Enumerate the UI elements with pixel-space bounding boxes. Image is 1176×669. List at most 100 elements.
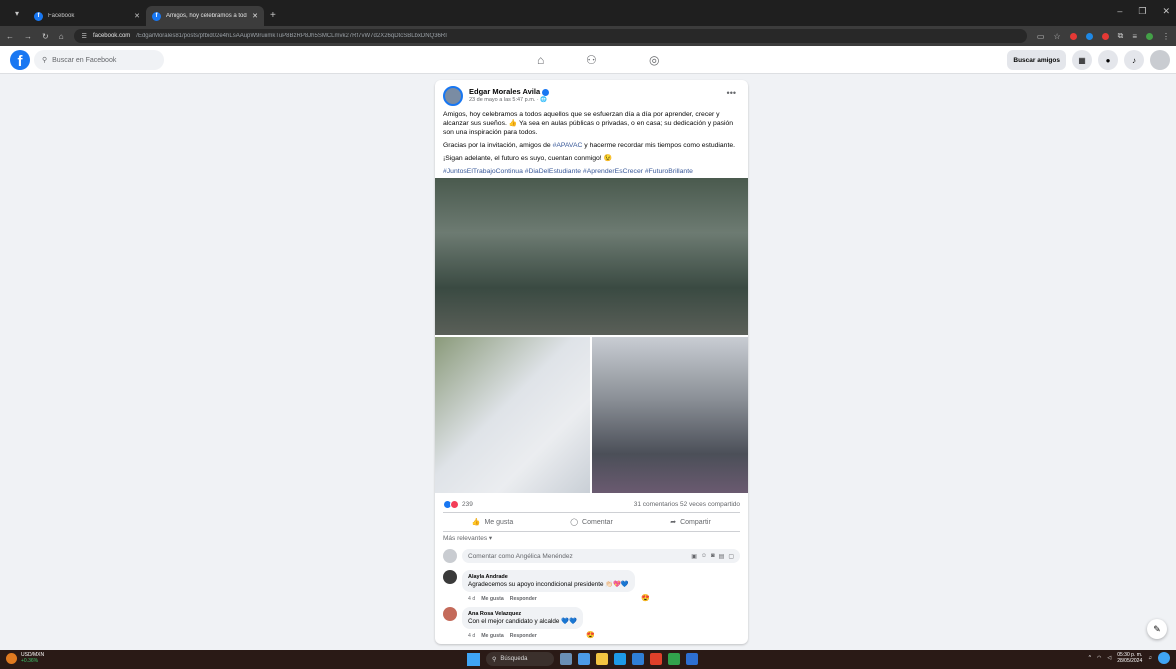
site-info-icon[interactable]: ☰ bbox=[82, 33, 87, 40]
group-photo[interactable] bbox=[435, 178, 748, 335]
groups-nav-icon[interactable]: ◎ bbox=[649, 53, 659, 67]
gif-icon[interactable]: ▤ bbox=[719, 553, 725, 560]
extension-icon[interactable] bbox=[1069, 32, 1077, 40]
browser-toolbar: ← → ↻ ⌂ ☰ facebook.com/EdgarMorales81/po… bbox=[0, 26, 1176, 46]
post-stats[interactable]: 31 comentarios 52 veces compartido bbox=[634, 501, 740, 508]
copilot-icon[interactable] bbox=[1158, 652, 1170, 664]
tab-search-list-icon[interactable]: ≡ bbox=[1132, 32, 1137, 41]
app-icon[interactable] bbox=[578, 653, 590, 665]
messenger-icon[interactable]: ● bbox=[1098, 50, 1118, 70]
edge-icon[interactable] bbox=[614, 653, 626, 665]
close-icon[interactable]: ✕ bbox=[134, 12, 140, 20]
love-reaction-icon[interactable] bbox=[450, 499, 459, 509]
facebook-logo-icon[interactable]: f bbox=[10, 50, 30, 70]
comment-button[interactable]: ◯ Comentar bbox=[542, 513, 641, 531]
volume-icon[interactable]: ◁ bbox=[1107, 655, 1111, 661]
windows-start-icon[interactable] bbox=[467, 652, 480, 666]
comment-reaction-icon[interactable]: 😍 bbox=[641, 594, 650, 602]
comment-text: Con el mejor candidato y alcalde 💙💙 bbox=[468, 618, 577, 625]
sticker-icon[interactable]: ▣ bbox=[691, 553, 697, 560]
home-icon[interactable]: ⌂ bbox=[59, 32, 64, 41]
comment-avatar[interactable] bbox=[443, 570, 457, 584]
emoji-icon[interactable]: ☺ bbox=[701, 553, 707, 560]
comment-reply-button[interactable]: Responder bbox=[510, 596, 537, 602]
commenter-avatar bbox=[443, 549, 457, 563]
comment-time[interactable]: 4 d bbox=[468, 596, 475, 602]
window-controls: – ❐ ✕ bbox=[1117, 6, 1170, 17]
comment-meta: 4 d Me gusta Responder bbox=[468, 633, 537, 639]
reactions-count[interactable]: 239 bbox=[462, 501, 473, 508]
file-explorer-icon[interactable] bbox=[596, 653, 608, 665]
hashtags-link[interactable]: #JuntosElTrabajoContinua #DiaDelEstudian… bbox=[443, 167, 740, 176]
account-avatar[interactable] bbox=[1150, 50, 1170, 70]
audience-photo[interactable] bbox=[592, 337, 748, 493]
menu-grid-icon[interactable]: ▦ bbox=[1072, 50, 1092, 70]
taskbar-search[interactable]: ⚲ Búsqueda bbox=[486, 652, 554, 666]
share-button[interactable]: ➦ Compartir bbox=[641, 513, 740, 531]
compose-edit-icon[interactable]: ✎ bbox=[1147, 619, 1167, 639]
author-avatar[interactable] bbox=[443, 86, 463, 106]
post-date[interactable]: 23 de mayo a las 5:47 p.m. · 🌐 bbox=[469, 97, 547, 103]
header-actions: Buscar amigos ▦ ● ♪ bbox=[1007, 50, 1170, 70]
text-span: y hacerme recordar mis tiempos como estu… bbox=[582, 142, 736, 149]
comment-sort-dropdown[interactable]: Más relevantes ▾ bbox=[443, 534, 492, 542]
extension-icon[interactable] bbox=[1085, 32, 1093, 40]
comment-input[interactable]: Comentar como Angélica Menéndez ▣ ☺ ◙ ▤ … bbox=[462, 549, 740, 563]
camera-icon[interactable]: ◙ bbox=[711, 553, 715, 560]
address-bar[interactable]: ☰ facebook.com/EdgarMorales81/posts/pfbi… bbox=[73, 29, 1027, 43]
author-name[interactable]: Edgar Morales Avila bbox=[469, 87, 540, 96]
post-header: Edgar Morales Avila 23 de mayo a las 5:4… bbox=[443, 86, 740, 110]
chrome-icon[interactable] bbox=[650, 653, 662, 665]
close-window-icon[interactable]: ✕ bbox=[1162, 6, 1170, 17]
bookmark-star-icon[interactable]: ☆ bbox=[1053, 32, 1060, 41]
tab-post[interactable]: f Amigos, hoy celebramos a tod… ✕ bbox=[146, 6, 264, 26]
post-card: Edgar Morales Avila 23 de mayo a las 5:4… bbox=[435, 80, 748, 644]
back-icon[interactable]: ← bbox=[6, 32, 14, 41]
comment-author[interactable]: Alayla Andrade bbox=[468, 573, 629, 581]
author-row: Edgar Morales Avila bbox=[469, 87, 550, 96]
portrait-photo[interactable] bbox=[435, 337, 590, 493]
attach-icon[interactable]: ▢ bbox=[728, 553, 734, 560]
widgets-button[interactable]: USD/MXN +0.36% bbox=[6, 652, 44, 664]
comment-time[interactable]: 4 d bbox=[468, 633, 475, 639]
like-button[interactable]: 👍 Me gusta bbox=[443, 513, 542, 531]
task-view-icon[interactable] bbox=[560, 653, 572, 665]
app-icon[interactable] bbox=[668, 653, 680, 665]
restore-icon[interactable]: ❐ bbox=[1138, 6, 1146, 17]
minimize-icon[interactable]: – bbox=[1117, 6, 1122, 17]
tab-facebook[interactable]: f Facebook ✕ bbox=[28, 6, 146, 26]
facebook-search-input[interactable]: ⚲ Buscar en Facebook bbox=[34, 50, 164, 70]
friends-nav-icon[interactable]: ⚇ bbox=[586, 53, 597, 67]
tab-search-icon[interactable]: ▾ bbox=[6, 3, 28, 23]
comment-like-button[interactable]: Me gusta bbox=[481, 596, 503, 602]
extension-icon[interactable] bbox=[1101, 32, 1109, 40]
extensions-puzzle-icon[interactable]: ⧉ bbox=[1118, 31, 1124, 41]
profile-icon[interactable] bbox=[1146, 32, 1153, 40]
app-icon[interactable] bbox=[686, 653, 698, 665]
reload-icon[interactable]: ↻ bbox=[42, 32, 49, 41]
comment-avatar[interactable] bbox=[443, 607, 457, 621]
notifications-bell-icon[interactable]: ♫ bbox=[1148, 655, 1152, 661]
comment-like-button[interactable]: Me gusta bbox=[481, 633, 503, 639]
wifi-icon[interactable]: ◠ bbox=[1097, 655, 1101, 661]
notifications-bell-icon[interactable]: ♪ bbox=[1124, 50, 1144, 70]
find-friends-button[interactable]: Buscar amigos bbox=[1007, 50, 1066, 70]
more-options-icon[interactable]: ••• bbox=[727, 88, 736, 98]
new-tab-button[interactable]: + bbox=[270, 10, 276, 21]
close-icon[interactable]: ✕ bbox=[252, 12, 258, 20]
store-icon[interactable] bbox=[632, 653, 644, 665]
cast-icon[interactable]: ▭ bbox=[1037, 32, 1045, 41]
chevron-up-icon[interactable]: ^ bbox=[1089, 655, 1091, 661]
forward-icon[interactable]: → bbox=[24, 32, 32, 41]
comment-item: Alayla Andrade Agradecemos su apoyo inco… bbox=[443, 570, 740, 606]
search-icon: ⚲ bbox=[42, 57, 48, 64]
comment-reply-button[interactable]: Responder bbox=[510, 633, 537, 639]
hashtag-link[interactable]: #APAVAC bbox=[553, 142, 583, 149]
comment-reaction-icon[interactable]: 😍 bbox=[586, 631, 595, 639]
clock[interactable]: 05:30 p. m. 28/05/2024 bbox=[1117, 652, 1142, 664]
menu-kebab-icon[interactable]: ⋮ bbox=[1162, 32, 1170, 41]
comment-meta: 4 d Me gusta Responder bbox=[468, 596, 537, 602]
comment-author[interactable]: Ana Rosa Velazquez bbox=[468, 610, 577, 618]
home-nav-icon[interactable]: ⌂ bbox=[537, 53, 544, 67]
post-paragraph: Gracias por la invitación, amigos de #AP… bbox=[443, 141, 740, 150]
